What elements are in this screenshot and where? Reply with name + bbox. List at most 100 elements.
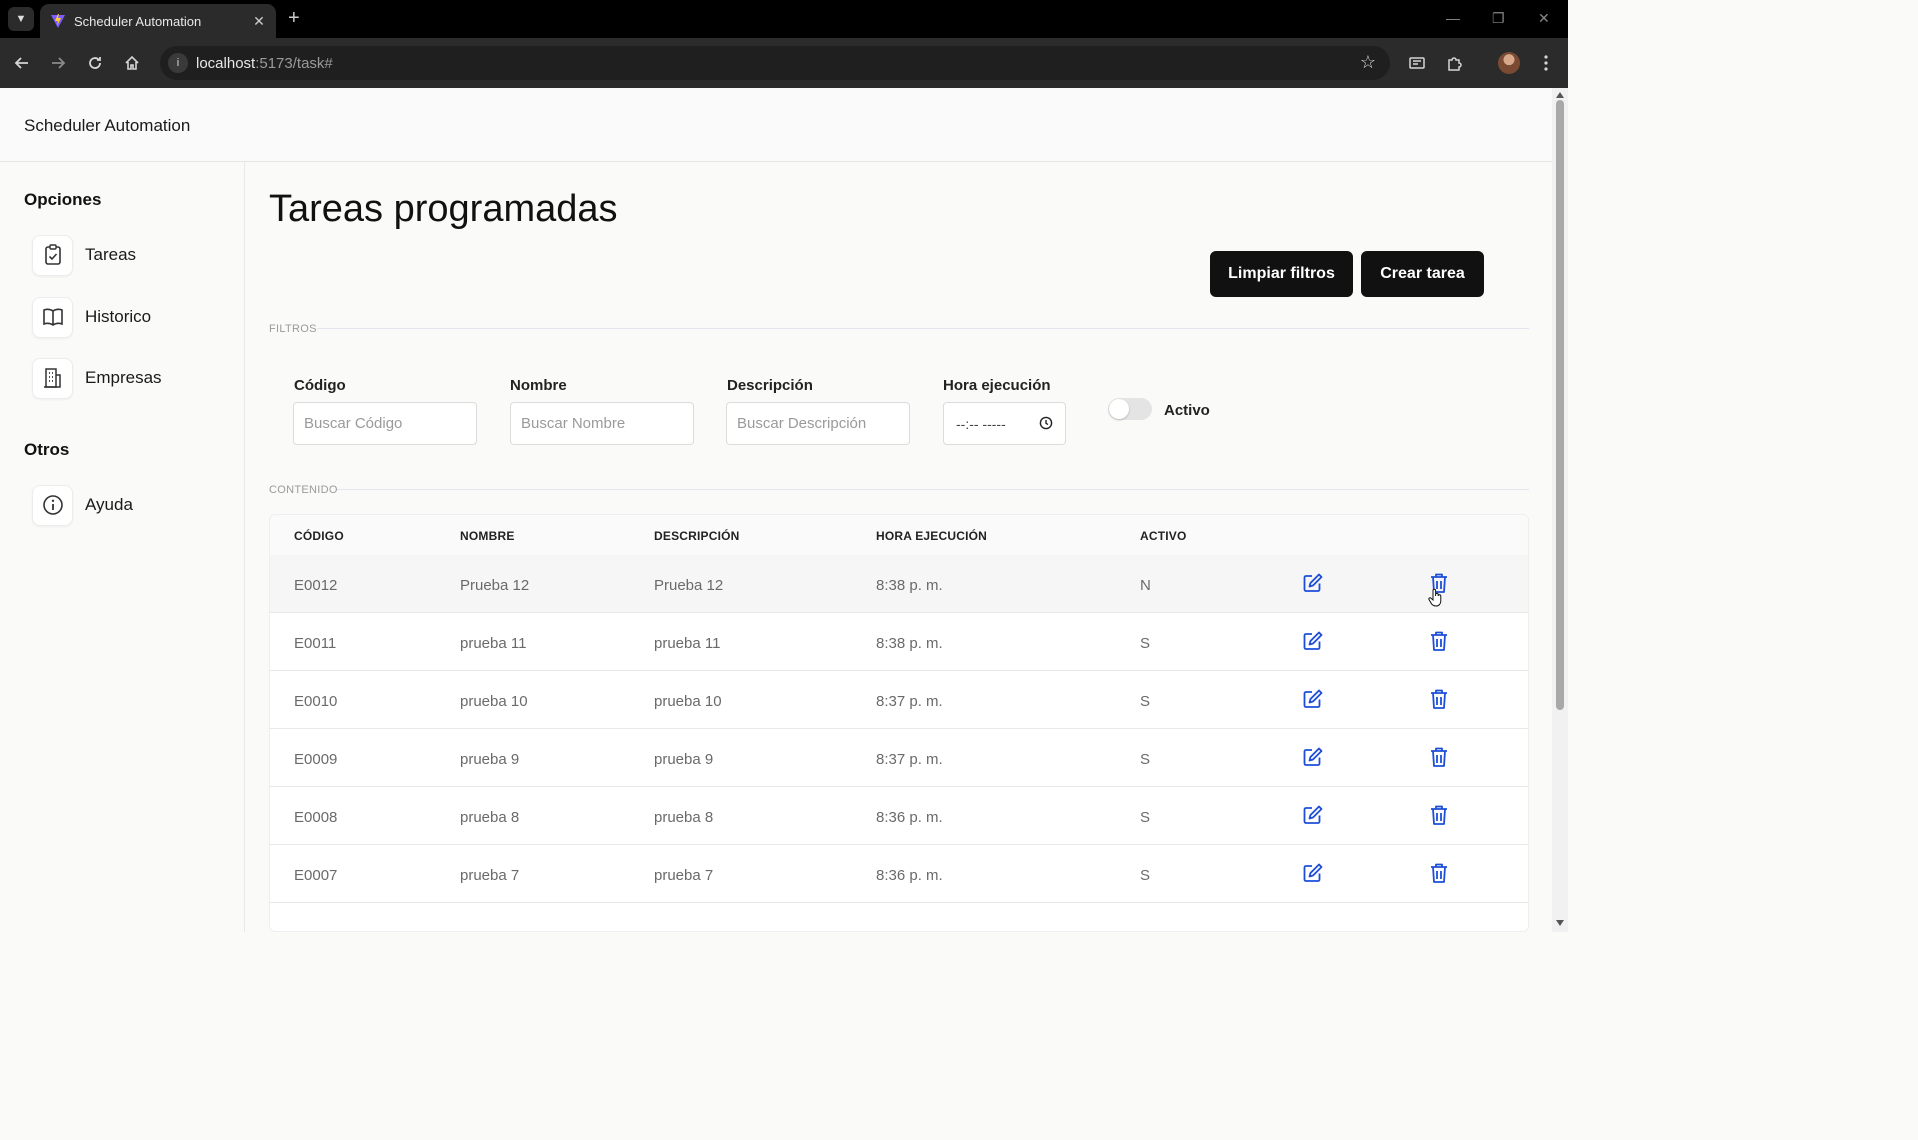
cell-active: N <box>1140 577 1151 594</box>
page-title: Tareas programadas <box>269 188 618 230</box>
trash-icon[interactable] <box>1426 686 1452 712</box>
cell-description: prueba 9 <box>654 751 714 768</box>
time-filter-input[interactable]: --:-- ----- <box>943 402 1066 445</box>
address-bar[interactable]: i localhost:5173/task# ☆ <box>160 46 1390 80</box>
cell-name: prueba 8 <box>460 809 520 826</box>
cell-code: E0009 <box>294 751 338 768</box>
app-header: Scheduler Automation <box>0 88 1552 162</box>
table-row: E0008 prueba 8 prueba 8 8:36 p. m. S <box>270 787 1528 845</box>
edit-icon[interactable] <box>1300 570 1326 596</box>
brand-title[interactable]: Scheduler Automation <box>24 116 190 136</box>
sidebar-item-label: Tareas <box>85 245 137 264</box>
cell-description: Prueba 12 <box>654 577 724 594</box>
table-row: E0011 prueba 11 prueba 11 8:38 p. m. S <box>270 613 1528 671</box>
cell-name: prueba 10 <box>460 693 528 710</box>
clear-filters-button[interactable]: Limpiar filtros <box>1210 251 1353 297</box>
profile-avatar[interactable] <box>1498 52 1520 74</box>
url-text: localhost:5173/task# <box>196 55 333 72</box>
sidebar-item-empresas[interactable]: Empresas <box>32 357 162 399</box>
cell-code: E0007 <box>294 867 338 884</box>
page-scrollbar[interactable] <box>1552 88 1568 932</box>
cell-name: prueba 9 <box>460 751 520 768</box>
minimize-icon[interactable]: — <box>1446 10 1460 26</box>
active-toggle[interactable] <box>1108 398 1152 420</box>
cell-name: Prueba 12 <box>460 577 530 594</box>
trash-icon[interactable] <box>1426 744 1452 770</box>
edit-icon[interactable] <box>1300 860 1326 886</box>
cell-time: 8:37 p. m. <box>876 751 943 768</box>
divider <box>317 328 1529 329</box>
reload-icon[interactable] <box>83 51 107 75</box>
cell-time: 8:36 p. m. <box>876 867 943 884</box>
close-window-icon[interactable]: ✕ <box>1538 10 1550 27</box>
scroll-down-icon[interactable] <box>1556 920 1564 926</box>
main-content: Tareas programadas Limpiar filtros Crear… <box>245 162 1552 932</box>
sidebar-item-label: Empresas <box>85 368 162 387</box>
sidebar-item-historico[interactable]: Historico <box>32 296 151 338</box>
info-icon <box>32 484 73 526</box>
filters-section-label: FILTROS <box>269 323 317 335</box>
extensions-icon[interactable] <box>1443 51 1467 75</box>
edit-icon[interactable] <box>1300 686 1326 712</box>
close-tab-icon[interactable]: ✕ <box>248 13 270 30</box>
cell-time: 8:38 p. m. <box>876 635 943 652</box>
book-icon <box>32 296 73 338</box>
trash-icon[interactable] <box>1426 860 1452 886</box>
column-header-time: HORA EJECUCIÓN <box>876 529 988 543</box>
sidebar-item-label: Ayuda <box>85 495 133 514</box>
create-task-button[interactable]: Crear tarea <box>1361 251 1484 297</box>
browser-tab[interactable]: Scheduler Automation ✕ <box>40 4 276 38</box>
bookmark-star-icon[interactable]: ☆ <box>1360 52 1376 73</box>
hand-cursor-icon <box>1428 588 1442 607</box>
sidebar-item-tareas[interactable]: Tareas <box>32 234 136 276</box>
scroll-up-icon[interactable] <box>1556 92 1564 98</box>
cell-description: prueba 8 <box>654 809 714 826</box>
cell-code: E0008 <box>294 809 338 826</box>
cell-code: E0010 <box>294 693 338 710</box>
cell-active: S <box>1140 693 1151 710</box>
table-header: CÓDIGO NOMBRE DESCRIPCIÓN HORA EJECUCIÓN… <box>270 515 1528 555</box>
column-header-active: ACTIVO <box>1140 529 1187 543</box>
home-icon[interactable] <box>120 51 144 75</box>
description-filter-label: Descripción <box>727 377 813 394</box>
sidebar-item-ayuda[interactable]: Ayuda <box>32 484 133 526</box>
building-icon <box>32 357 73 399</box>
table-row: E0009 prueba 9 prueba 9 8:37 p. m. S <box>270 729 1528 787</box>
cell-name: prueba 11 <box>460 635 527 652</box>
column-header-name: NOMBRE <box>460 529 515 543</box>
menu-kebab-icon[interactable] <box>1534 51 1558 75</box>
cell-description: prueba 11 <box>654 635 721 652</box>
edit-icon[interactable] <box>1300 802 1326 828</box>
table-row: E0007 prueba 7 prueba 7 8:36 p. m. S <box>270 845 1528 903</box>
trash-icon[interactable] <box>1426 628 1452 654</box>
back-icon[interactable] <box>10 51 34 75</box>
cell-active: S <box>1140 867 1151 884</box>
scroll-thumb[interactable] <box>1556 100 1564 710</box>
sidebar-heading-options: Opciones <box>24 190 102 209</box>
clock-icon[interactable] <box>1039 416 1053 430</box>
browser-tab-bar: ▼ Scheduler Automation ✕ + — ❐ ✕ <box>0 0 1568 38</box>
edit-icon[interactable] <box>1300 628 1326 654</box>
name-filter-label: Nombre <box>510 377 567 394</box>
column-header-description: DESCRIPCIÓN <box>654 529 740 543</box>
cell-code: E0012 <box>294 577 338 594</box>
content-section-label: CONTENIDO <box>269 484 338 496</box>
divider <box>337 489 1529 490</box>
table-row: E0010 prueba 10 prueba 10 8:37 p. m. S <box>270 671 1528 729</box>
table-row: E0012 Prueba 12 Prueba 12 8:38 p. m. N <box>270 555 1528 613</box>
sidebar-item-label: Historico <box>85 307 152 326</box>
edit-icon[interactable] <box>1300 744 1326 770</box>
cell-active: S <box>1140 809 1151 826</box>
trash-icon[interactable] <box>1426 802 1452 828</box>
media-icon[interactable] <box>1405 51 1429 75</box>
name-search-input[interactable] <box>510 402 694 445</box>
description-search-input[interactable] <box>726 402 910 445</box>
new-tab-button[interactable]: + <box>288 8 300 28</box>
cell-code: E0011 <box>294 635 337 652</box>
vite-favicon-icon <box>51 14 65 28</box>
site-info-icon[interactable]: i <box>168 53 188 73</box>
tab-search-button[interactable]: ▼ <box>8 7 34 31</box>
forward-icon[interactable] <box>46 51 70 75</box>
code-search-input[interactable] <box>293 402 477 445</box>
restore-icon[interactable]: ❐ <box>1492 10 1505 27</box>
